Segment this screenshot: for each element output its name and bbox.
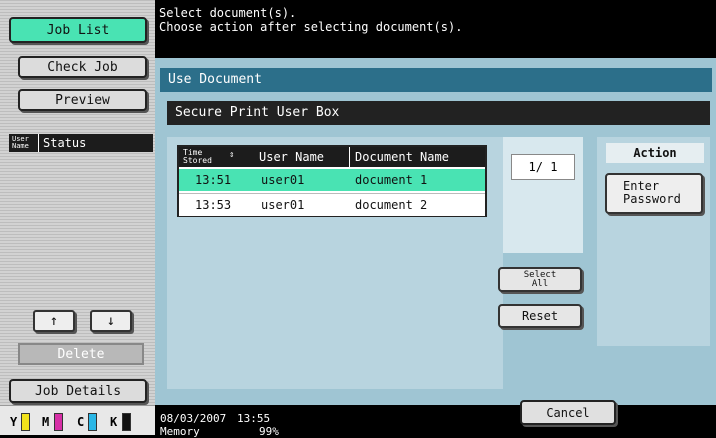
job-details-button[interactable]: Job Details — [9, 379, 147, 403]
sort-icon: ⇕ — [229, 150, 235, 160]
memory-label: Memory — [160, 425, 200, 438]
check-job-button[interactable]: Check Job — [18, 56, 147, 78]
enter-password-button[interactable]: Enter Password — [605, 173, 703, 214]
toner-m-label: M — [42, 415, 50, 429]
select-all-button[interactable]: Select All — [498, 267, 582, 292]
toner-c-label: C — [77, 415, 85, 429]
cancel-label: Cancel — [546, 405, 590, 420]
job-list-button[interactable]: Job List — [9, 17, 147, 43]
document-cell: document 2 — [355, 198, 428, 212]
delete-label: Delete — [57, 346, 105, 362]
delete-button[interactable]: Delete — [18, 343, 144, 365]
arrow-up-icon: ↑ — [49, 313, 59, 329]
action-panel — [597, 137, 710, 346]
time-stored-header[interactable]: Time Stored — [183, 149, 227, 165]
preview-button[interactable]: Preview — [18, 89, 147, 111]
status-column: Status — [43, 136, 87, 150]
box-name-header: Secure Print User Box — [167, 101, 710, 125]
action-label: Action — [606, 143, 704, 163]
message-line-1: Select document(s). — [159, 6, 297, 20]
toner-k-level — [122, 413, 131, 431]
job-details-label: Job Details — [34, 383, 122, 399]
message-line-2: Choose action after selecting document(s… — [159, 20, 463, 34]
user-cell: user01 — [261, 173, 305, 187]
scroll-up-button[interactable]: ↑ — [33, 310, 75, 332]
job-list-label: Job List — [46, 22, 110, 38]
toner-y-label: Y — [10, 415, 18, 429]
table-row[interactable]: 13:51 user01 document 1 — [179, 169, 485, 191]
panel-title: Use Document — [160, 68, 712, 92]
table-header: Time Stored ⇕ User Name Document Name — [179, 147, 485, 167]
user-name-column: User Name — [12, 135, 29, 150]
status-bar: 08/03/2007 13:55 Memory 99% — [155, 405, 716, 438]
job-list-column-header: User Name Status — [9, 134, 153, 152]
toner-m-level — [54, 413, 63, 431]
toner-y-level — [21, 413, 30, 431]
time-cell: 13:51 — [195, 173, 232, 187]
reset-label: Reset — [521, 309, 559, 323]
reset-button[interactable]: Reset — [498, 304, 582, 328]
column-divider — [349, 147, 350, 167]
select-all-label: Select All — [523, 269, 557, 289]
user-name-header[interactable]: User Name — [259, 150, 324, 164]
preview-label: Preview — [55, 92, 110, 108]
date-display: 08/03/2007 — [160, 412, 227, 425]
cancel-button[interactable]: Cancel — [520, 400, 616, 425]
user-cell: user01 — [261, 198, 305, 212]
page-counter: 1/ 1 — [511, 154, 575, 180]
document-table: Time Stored ⇕ User Name Document Name 13… — [177, 145, 487, 217]
toner-indicator: Y M C K — [0, 405, 155, 435]
check-job-label: Check Job — [47, 59, 118, 75]
column-divider — [38, 134, 39, 152]
memory-value: 99% — [259, 425, 279, 438]
time-display: 13:55 — [237, 412, 271, 425]
document-cell: document 1 — [355, 173, 428, 187]
toner-k-label: K — [110, 415, 118, 429]
enter-password-label: Enter Password — [623, 179, 681, 206]
arrow-down-icon: ↓ — [106, 313, 116, 329]
time-cell: 13:53 — [195, 198, 232, 212]
document-name-header[interactable]: Document Name — [355, 150, 449, 164]
table-row[interactable]: 13:53 user01 document 2 — [179, 193, 485, 216]
message-area: Select document(s). Choose action after … — [155, 0, 716, 58]
toner-c-level — [88, 413, 97, 431]
scroll-down-button[interactable]: ↓ — [90, 310, 132, 332]
